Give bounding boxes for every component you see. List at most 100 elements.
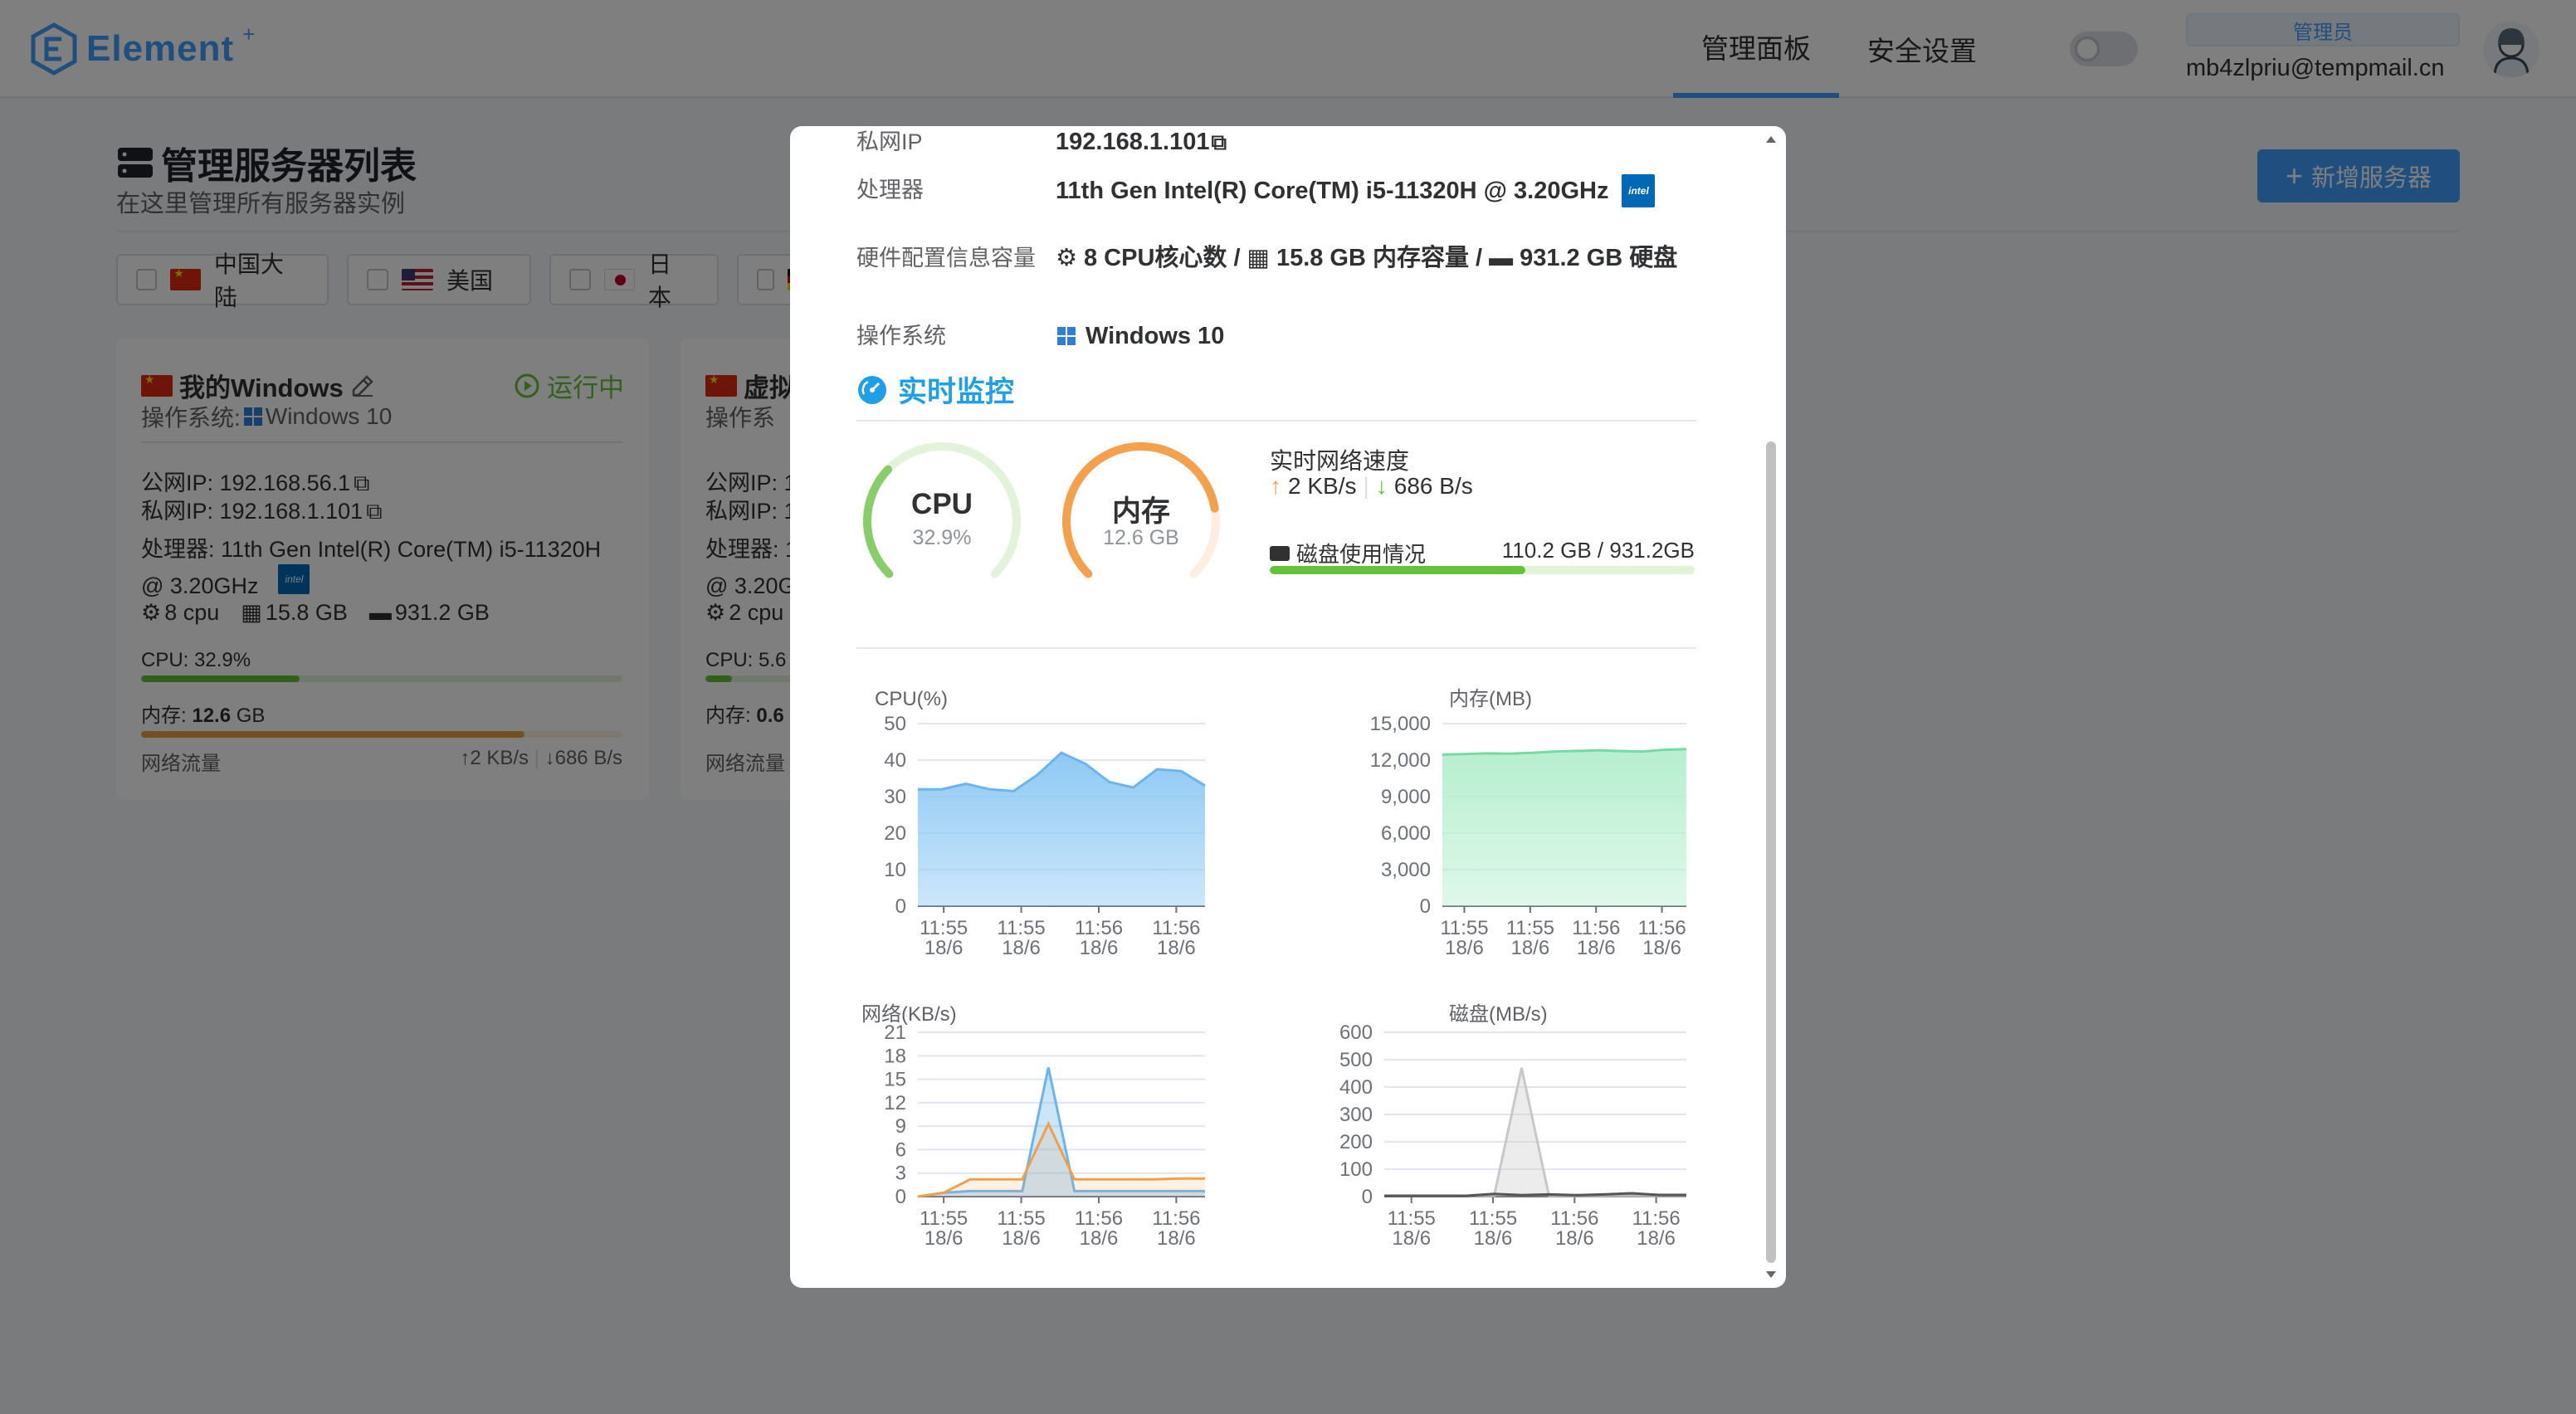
x-tick-label: 11:55: [997, 917, 1045, 939]
x-tick-label: 18/6: [1642, 937, 1681, 959]
x-tick-label: 18/6: [925, 937, 964, 959]
memory-history-chart: 内存(MB)15,00012,0009,0006,0003,000011:551…: [1370, 688, 1687, 959]
x-tick-label: 11:56: [1632, 1207, 1680, 1230]
y-tick-label: 10: [884, 859, 906, 881]
x-tick-label: 18/6: [1157, 937, 1196, 959]
x-tick-label: 18/6: [1445, 937, 1484, 959]
x-tick-label: 11:56: [1152, 917, 1200, 939]
x-tick-label: 11:55: [920, 1207, 968, 1230]
scroll-down-arrow-icon[interactable]: [1766, 1271, 1776, 1278]
x-tick-label: 18/6: [925, 1227, 964, 1250]
y-tick-label: 500: [1339, 1049, 1373, 1071]
y-tick-label: 3: [895, 1163, 906, 1185]
scroll-up-arrow-icon[interactable]: [1766, 136, 1776, 143]
y-tick-label: 200: [1339, 1131, 1373, 1153]
x-tick-label: 11:55: [1506, 917, 1554, 939]
x-tick-label: 11:56: [1075, 1207, 1123, 1230]
os-text: Windows 10: [1086, 323, 1225, 349]
server-detail-dialog: 私网IP 192.168.1.101 ⧉ 处理器 11th Gen Intel(…: [790, 126, 1786, 1288]
net-up: 2 KB/s: [1288, 473, 1357, 499]
y-tick-label: 6: [895, 1139, 906, 1161]
series-area: [1442, 748, 1686, 906]
private-ip-label: 私网IP: [856, 129, 923, 154]
x-tick-label: 11:56: [1550, 1207, 1598, 1230]
disk-icon: ▬: [1489, 245, 1514, 271]
y-tick-label: 0: [1362, 1186, 1373, 1208]
cpu-history-chart: CPU(%)5040302010011:5518/611:5518/611:56…: [875, 688, 1206, 959]
y-tick-label: 30: [884, 786, 906, 808]
disk-usage-row: 磁盘使用情况 110.2 GB / 931.2GB: [1270, 538, 1695, 568]
disk-usage-label-wrap: 磁盘使用情况: [1270, 538, 1426, 568]
private-ip-text: 192.168.1.101: [1056, 129, 1210, 155]
x-tick-label: 11:56: [1152, 1207, 1200, 1230]
private-ip-value: 192.168.1.101 ⧉: [1056, 126, 1227, 158]
dashboard-icon: [858, 375, 886, 404]
private-ip-row: 私网IP 192.168.1.101 ⧉: [856, 126, 1227, 158]
net-speed: ↑ 2 KB/s | ↓ 686 B/s: [1270, 473, 1473, 499]
cpu-label: 处理器: [856, 178, 924, 202]
chart-title: CPU(%): [875, 688, 948, 710]
gauge-value: 32.9%: [912, 526, 972, 549]
net-speed-title: 实时网络速度: [1270, 448, 1410, 474]
hardware-row: 硬件配置信息容量 ⚙ 8 CPU核心数 / ▦ 15.8 GB 内存容量 / ▬ 93…: [856, 242, 1677, 274]
os-label: 操作系统: [856, 324, 946, 349]
hw-memory: 15.8 GB 内存容量 /: [1276, 245, 1483, 271]
x-tick-label: 18/6: [1555, 1227, 1594, 1250]
cpu-chip-icon: ⚙: [1056, 245, 1077, 271]
disk-history-chart: 磁盘(MB/s)600500400300200100011:5518/611:5…: [1339, 1003, 1686, 1250]
x-tick-label: 11:55: [1440, 917, 1488, 939]
dialog-scrollbar[interactable]: [1763, 134, 1779, 1280]
series-area: [918, 753, 1205, 906]
x-tick-label: 18/6: [1510, 937, 1549, 959]
monitor-title-text: 实时监控: [898, 376, 1015, 408]
y-tick-label: 21: [884, 1021, 906, 1044]
y-tick-label: 100: [1339, 1158, 1373, 1181]
cpu-value: 11th Gen Intel(R) Core(TM) i5-11320H @ 3…: [1056, 174, 1656, 207]
x-tick-label: 11:56: [1075, 917, 1123, 939]
net-down: 686 B/s: [1393, 473, 1473, 499]
y-tick-label: 9: [895, 1115, 906, 1138]
disk-usage-value: 110.2 GB / 931.2GB: [1501, 538, 1695, 563]
x-tick-label: 11:55: [997, 1207, 1045, 1230]
x-tick-label: 11:55: [1469, 1207, 1517, 1230]
disk-icon: [1270, 545, 1290, 561]
y-tick-label: 0: [895, 1186, 906, 1208]
y-tick-label: 15: [884, 1069, 906, 1091]
y-tick-label: 15,000: [1370, 713, 1431, 735]
y-tick-label: 600: [1339, 1021, 1373, 1044]
hw-cores: 8 CPU核心数 /: [1084, 245, 1241, 271]
memory-gauge: 内存 12.6 GB: [1054, 438, 1228, 596]
memory-icon: ▦: [1247, 245, 1270, 271]
cpu-text: 11th Gen Intel(R) Core(TM) i5-11320H @ 3…: [1056, 178, 1609, 204]
os-value: Windows 10: [1056, 320, 1224, 352]
gauge-label: CPU: [911, 488, 973, 520]
scroll-thumb[interactable]: [1766, 441, 1776, 1263]
gauge-value: 12.6 GB: [1103, 526, 1179, 549]
y-tick-label: 0: [895, 895, 906, 918]
chart-title: 磁盘(MB/s): [1449, 1003, 1548, 1026]
x-tick-label: 18/6: [1080, 937, 1119, 959]
disk-usage-label: 磁盘使用情况: [1296, 542, 1427, 567]
x-tick-label: 11:55: [1388, 1207, 1436, 1230]
copy-icon[interactable]: ⧉: [1211, 126, 1227, 158]
y-tick-label: 9,000: [1381, 786, 1431, 808]
y-tick-label: 20: [884, 822, 906, 845]
x-tick-label: 18/6: [1002, 1227, 1041, 1250]
section-divider: [856, 647, 1696, 649]
cpu-row: 处理器 11th Gen Intel(R) Core(TM) i5-11320H…: [856, 174, 1656, 207]
y-tick-label: 6,000: [1381, 822, 1431, 845]
y-tick-label: 400: [1339, 1076, 1373, 1099]
cpu-gauge: CPU 32.9%: [855, 438, 1029, 596]
gauge-label: 内存: [1111, 495, 1170, 528]
intel-logo-icon: intel: [1622, 174, 1656, 207]
x-tick-label: 18/6: [1392, 1227, 1431, 1250]
x-tick-label: 18/6: [1637, 1227, 1676, 1250]
y-tick-label: 3,000: [1381, 859, 1431, 881]
x-tick-label: 11:55: [920, 917, 968, 939]
windows-icon: [1057, 327, 1076, 345]
x-tick-label: 18/6: [1157, 1227, 1196, 1250]
hw-disk: 931.2 GB 硬盘: [1520, 245, 1678, 271]
x-tick-label: 18/6: [1474, 1227, 1513, 1250]
y-tick-label: 12: [884, 1092, 906, 1114]
chart-title: 网络(KB/s): [861, 1003, 957, 1026]
